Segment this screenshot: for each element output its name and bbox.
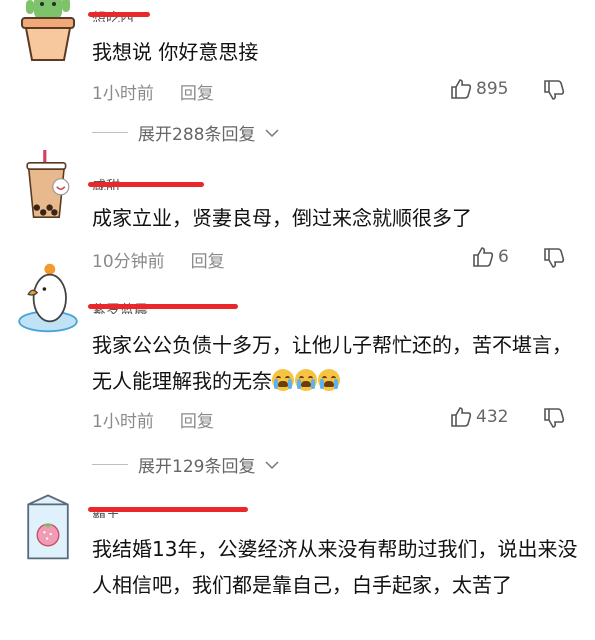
comment-text: 我想说 你好意思接 — [92, 40, 259, 64]
redaction-mark — [88, 182, 204, 187]
like-count: 432 — [476, 407, 509, 427]
like-button[interactable]: 6 — [472, 246, 509, 268]
divider-line — [92, 464, 128, 465]
reply-button[interactable]: 回复 — [180, 84, 214, 104]
comment-meta: 1小时前 回复 — [92, 79, 214, 104]
comment-meta: 10分钟前 回复 — [92, 247, 225, 272]
like-count: 6 — [498, 247, 509, 267]
cactus-avatar[interactable] — [12, 0, 84, 66]
divider-line — [92, 132, 128, 133]
thumbs-down-icon[interactable] — [543, 407, 565, 429]
expand-replies-button[interactable]: 展开129条回复 — [92, 452, 279, 477]
comment-meta: 1小时前 回复 — [92, 407, 214, 432]
chevron-down-icon — [265, 128, 279, 137]
comment-text: 成家立业，贤妻良母，倒过来念就顺很多了 — [92, 206, 472, 230]
bubble-tea-avatar[interactable] — [12, 150, 84, 222]
reply-button[interactable]: 回复 — [191, 252, 225, 272]
redaction-mark — [88, 304, 238, 309]
thumbs-up-icon — [451, 407, 472, 427]
thumbs-down-icon[interactable] — [543, 247, 565, 269]
loudly-crying-face-emoji — [272, 369, 294, 391]
duck-avatar[interactable] — [12, 262, 84, 334]
timestamp: 1小时前 — [92, 412, 154, 432]
timestamp: 10分钟前 — [92, 252, 165, 272]
chevron-down-icon — [265, 460, 279, 469]
expand-replies-label: 展开129条回复 — [138, 457, 256, 477]
timestamp: 1小时前 — [92, 84, 154, 104]
like-count: 895 — [476, 79, 509, 99]
thumbs-up-icon — [451, 79, 472, 99]
comment-text: 我结婚13年，公婆经济从来没有帮助过我们，说出来没人相信吧，我们都是靠自己，白手… — [92, 537, 578, 597]
loudly-crying-face-emoji — [318, 369, 340, 391]
loudly-crying-face-emoji — [295, 369, 317, 391]
redaction-mark — [88, 507, 248, 512]
expand-replies-label: 展开288条回复 — [138, 125, 256, 145]
thumbs-down-icon[interactable] — [543, 79, 565, 101]
redaction-mark — [88, 12, 150, 17]
expand-replies-button[interactable]: 展开288条回复 — [92, 120, 279, 145]
comment-item: 想吃西 我想说 你好意思接 1小时前回复 895 展开288条回复 — [0, 0, 595, 150]
reply-button[interactable]: 回复 — [180, 412, 214, 432]
thumbs-up-icon — [473, 247, 494, 267]
milk-carton-avatar[interactable] — [12, 490, 84, 562]
like-button[interactable]: 895 — [450, 78, 508, 100]
like-button[interactable]: 432 — [450, 406, 508, 428]
comment-text: 我家公公负债十多万，让他儿子帮忙还的，苦不堪言，无人能理解我的无奈 — [92, 327, 580, 399]
